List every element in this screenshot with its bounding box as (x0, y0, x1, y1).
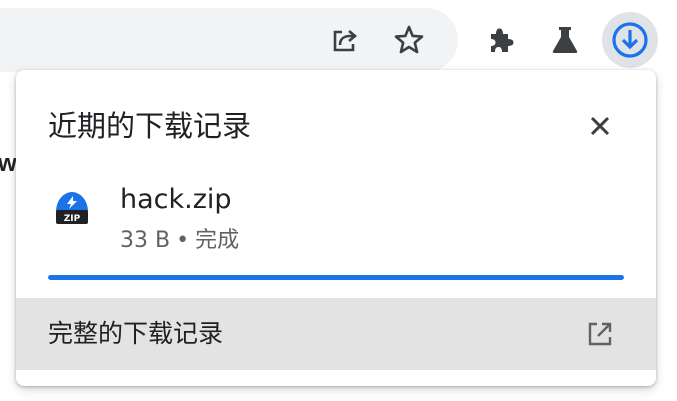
full-download-history-label: 完整的下载记录 (48, 319, 224, 348)
bubble-title: 近期的下载记录 (48, 109, 252, 143)
file-name: hack.zip (120, 184, 232, 215)
page-content-fragment: w (0, 150, 17, 177)
open-in-new-icon (588, 322, 612, 346)
close-button[interactable] (580, 106, 620, 146)
puzzle-icon (491, 28, 514, 52)
share-button[interactable] (321, 16, 369, 64)
extensions-button[interactable] (477, 16, 525, 64)
full-download-history-button[interactable]: 完整的下载记录 (16, 298, 656, 370)
file-size: 33 B (120, 228, 171, 253)
download-status: 33 B • 完成 (120, 226, 239, 256)
download-bubble: 近期的下载记录 ZIP hack.zip 33 B • 完成 完整的下载记录 (16, 70, 656, 386)
zip-file-icon: ZIP (56, 192, 88, 224)
download-state: 完成 (195, 228, 240, 253)
download-progress-fill (48, 275, 624, 280)
download-icon (612, 22, 648, 58)
flask-icon (552, 27, 578, 53)
browser-toolbar (0, 0, 677, 80)
close-icon (590, 116, 610, 136)
share-icon (333, 30, 358, 52)
status-separator: • (176, 228, 190, 253)
star-icon (394, 25, 424, 54)
labs-button[interactable] (541, 16, 589, 64)
browser-window: w 近期的下载记录 ZIP hack.zip 33 B • 完成 完整的下载记录 (0, 0, 677, 401)
downloads-button[interactable] (602, 12, 658, 68)
bookmark-button[interactable] (385, 16, 433, 64)
svg-text:ZIP: ZIP (64, 214, 81, 224)
download-progress-bar (48, 275, 624, 280)
